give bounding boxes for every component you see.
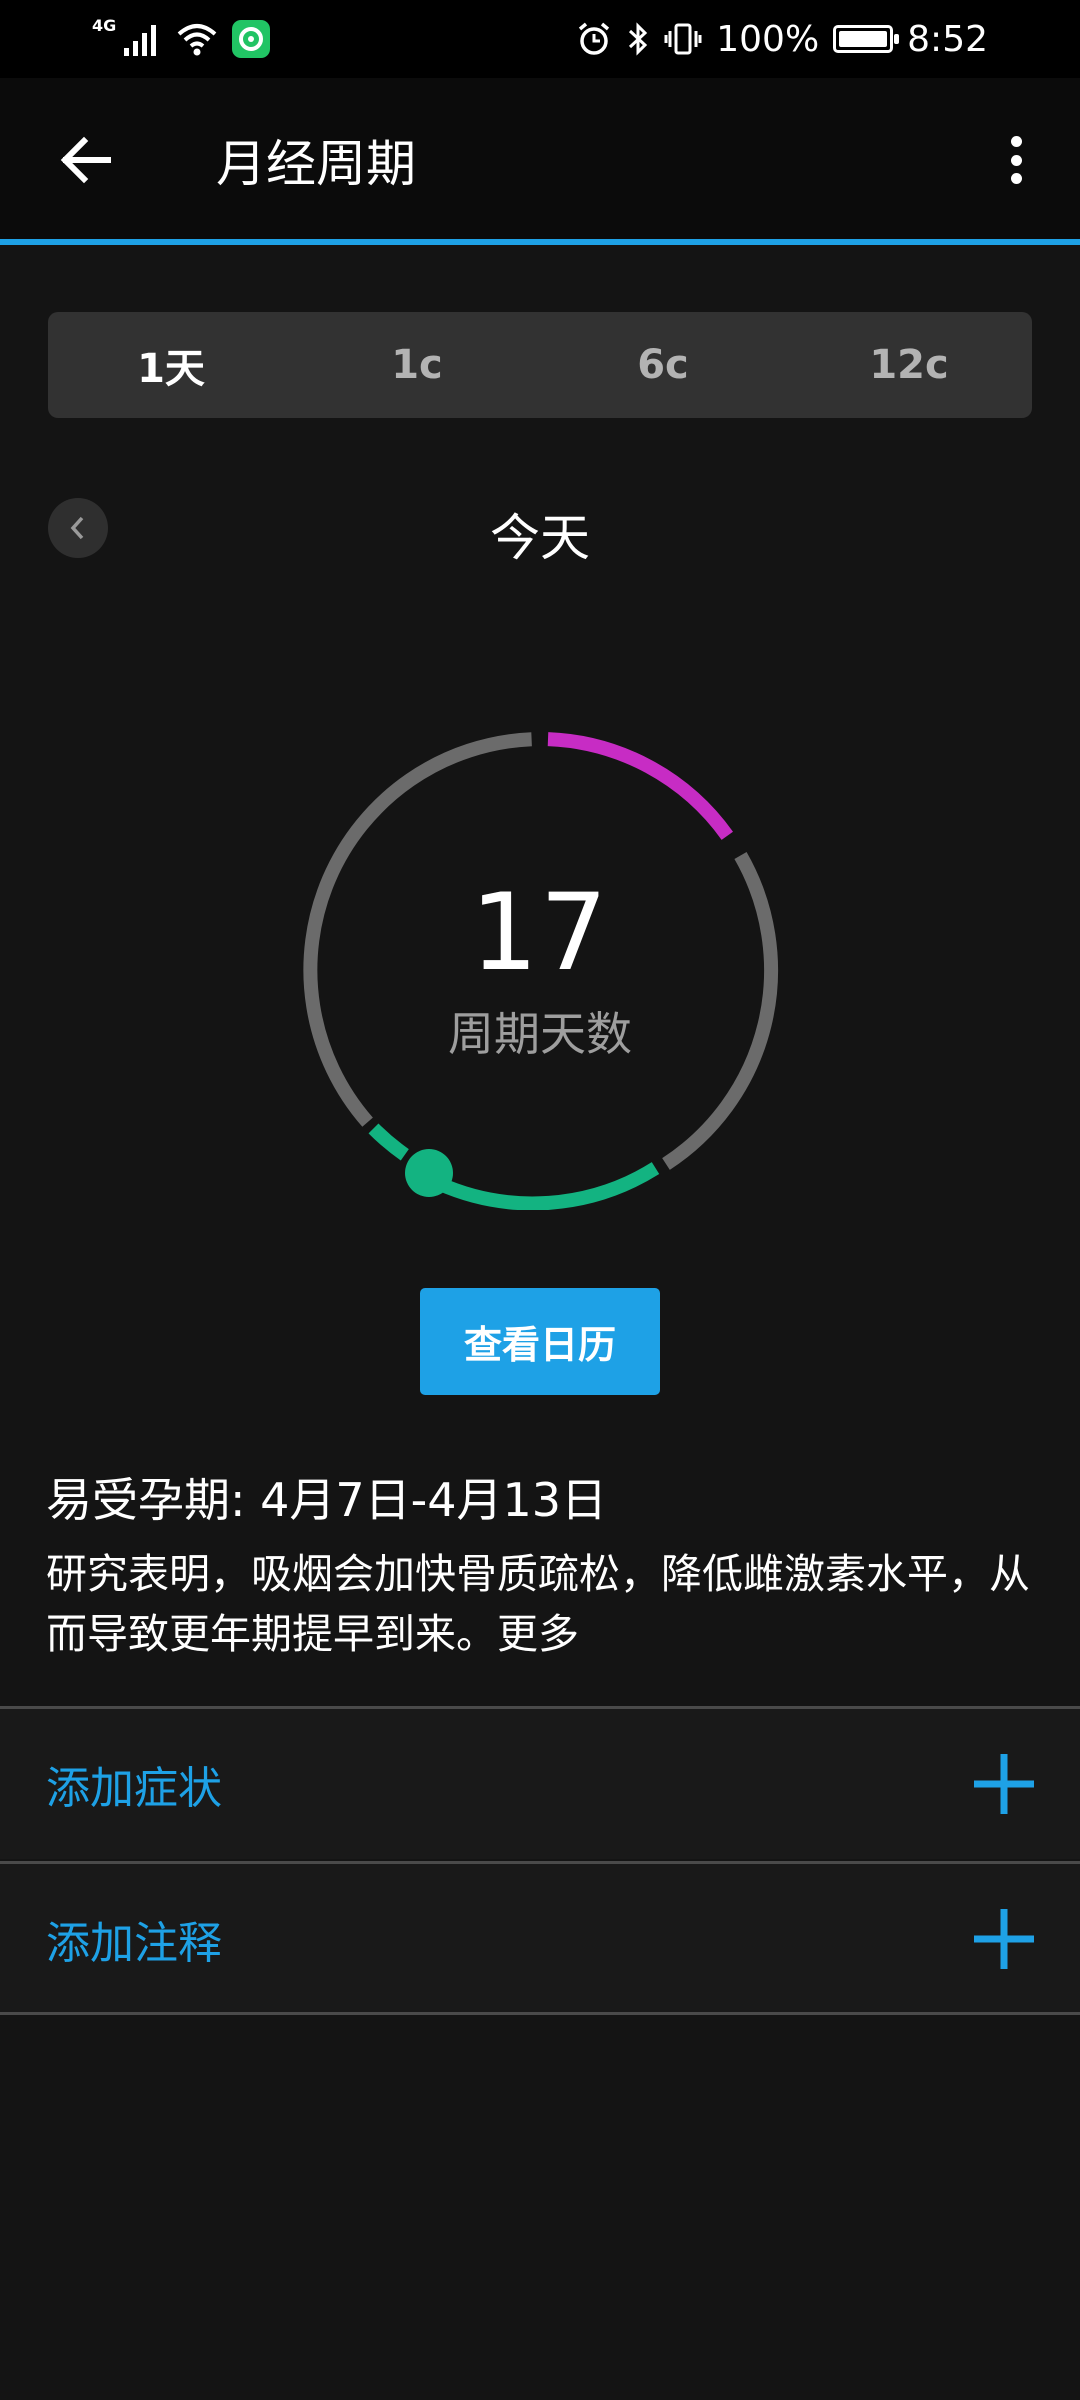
tab-1-cycle[interactable]: 1c xyxy=(294,312,540,418)
alarm-icon xyxy=(579,22,610,55)
status-bar: 4G 100% 8:52 xyxy=(0,0,1080,78)
battery-percent: 100% xyxy=(716,18,820,60)
fertile-window: 易受孕期: 4月7日-4月13日 xyxy=(46,1473,608,1527)
battery-icon xyxy=(833,25,900,53)
view-calendar-button[interactable]: 查看日历 xyxy=(420,1288,660,1395)
arrow-left-icon xyxy=(60,136,111,184)
tab-6-cycles[interactable]: 6c xyxy=(540,312,786,418)
app-bar: 月经周期 xyxy=(0,78,1080,245)
back-button[interactable] xyxy=(54,128,118,192)
add-note-row[interactable]: 添加注释 xyxy=(0,1861,1080,2014)
clock: 8:52 xyxy=(907,18,988,60)
status-right: 100% 8:52 xyxy=(576,19,988,60)
cycle-day-label: 周期天数 xyxy=(448,1007,632,1061)
tab-1-day[interactable]: 1天 xyxy=(48,312,294,418)
health-tip: 研究表明，吸烟会加快骨质疏松，降低雌激素水平，从而导致更年期提早到来。更多 xyxy=(46,1544,1036,1664)
plus-icon[interactable] xyxy=(972,1752,1036,1816)
wifi-icon xyxy=(177,24,217,56)
tab-12-cycles[interactable]: 12c xyxy=(786,312,1032,418)
previous-day-button[interactable] xyxy=(48,498,108,558)
date-title: 今天 xyxy=(490,509,590,567)
period-arc xyxy=(547,732,733,840)
range-tabs: 1天 1c 6c 12c xyxy=(48,312,1032,418)
divider xyxy=(0,2012,1080,2015)
add-symptom-row[interactable]: 添加症状 xyxy=(0,1706,1080,1859)
page-title: 月经周期 xyxy=(216,135,416,193)
signal-icon xyxy=(124,25,157,56)
network-type: 4G xyxy=(92,15,117,35)
plus-icon[interactable] xyxy=(972,1907,1036,1971)
more-dot-icon xyxy=(1010,173,1022,184)
app-notification-icon xyxy=(232,20,271,58)
vibrate-icon xyxy=(664,23,702,55)
today-marker xyxy=(405,1149,453,1197)
tip-more-link[interactable]: 更多 xyxy=(497,1610,579,1658)
more-dot-icon xyxy=(1010,136,1022,147)
more-dot-icon xyxy=(1010,154,1022,166)
more-options-button[interactable] xyxy=(992,128,1040,192)
bluetooth-icon xyxy=(629,22,648,56)
add-symptom-label: 添加症状 xyxy=(46,1763,222,1814)
add-note-label: 添加注释 xyxy=(46,1918,222,1969)
ring-center: 17 周期天数 xyxy=(300,880,780,1064)
status-left: 4G xyxy=(92,16,271,58)
cycle-day-number: 17 xyxy=(470,871,610,994)
chevron-left-icon xyxy=(70,516,84,540)
